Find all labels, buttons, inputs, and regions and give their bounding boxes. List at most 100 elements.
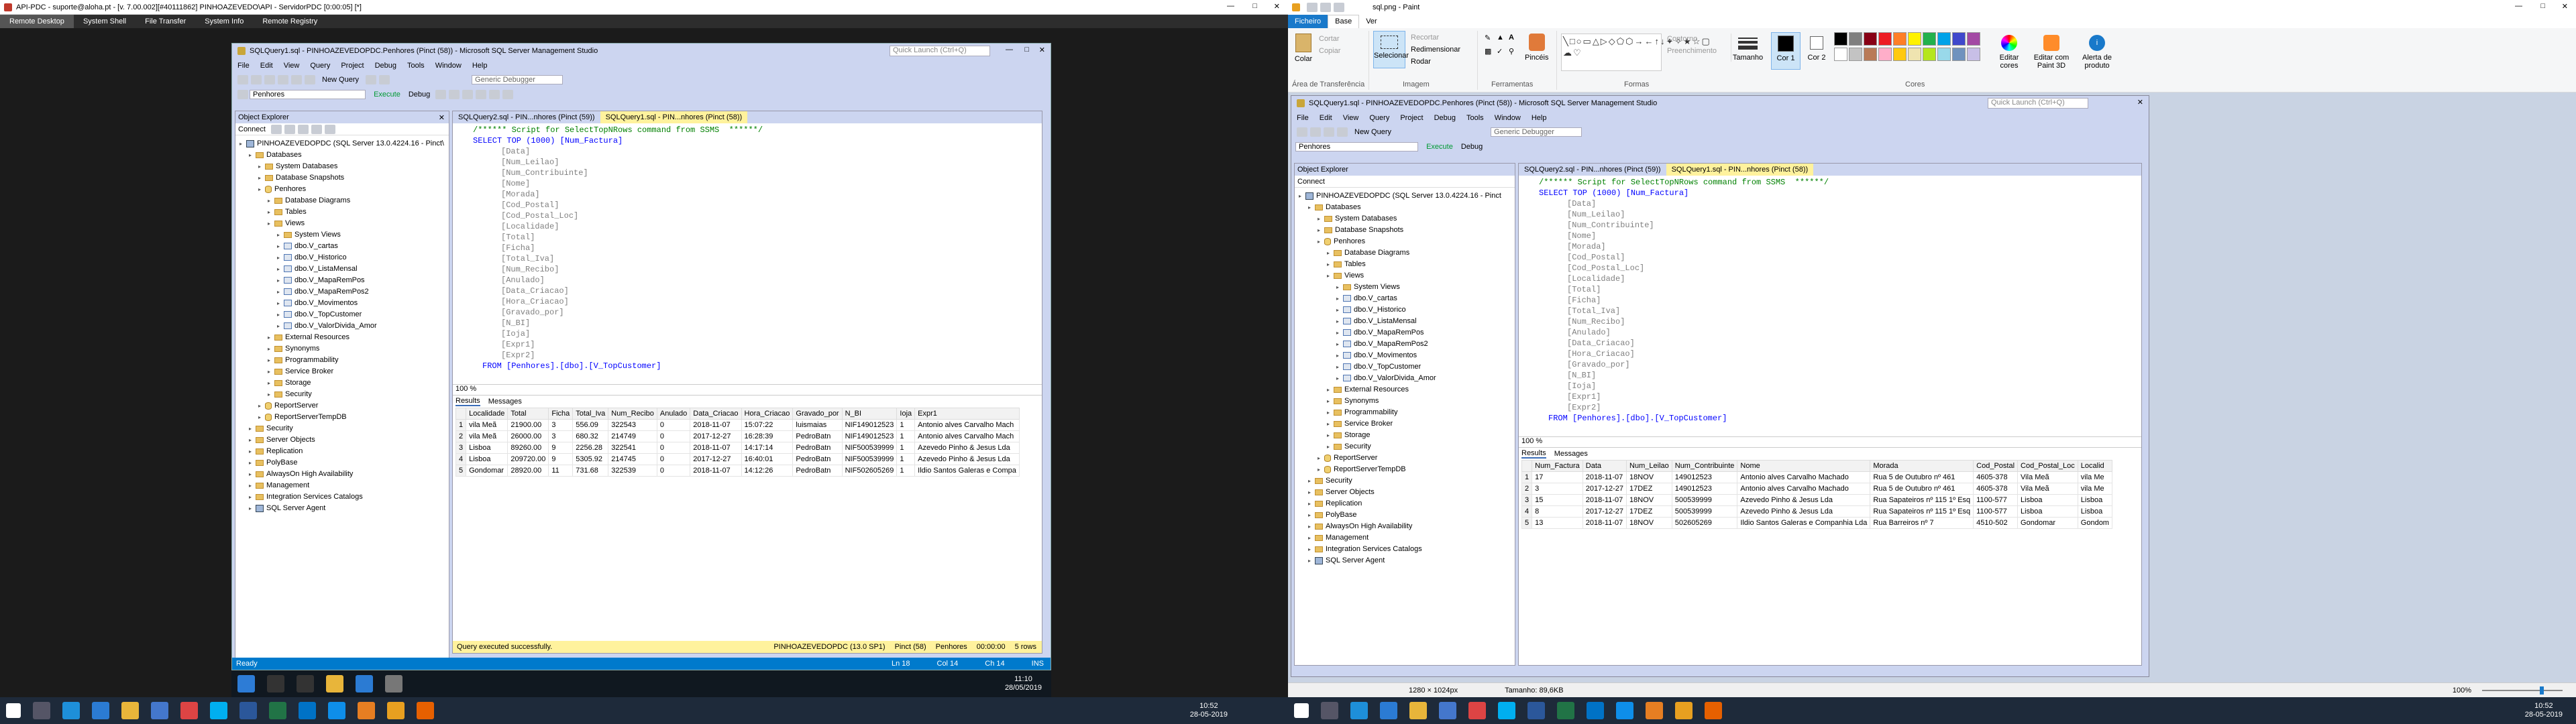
- grid-cell[interactable]: PedroBatn: [792, 442, 843, 454]
- grid-cell[interactable]: NIF500539999: [841, 453, 898, 465]
- ssms2-tree-node[interactable]: ▸ Databases: [1299, 202, 1515, 213]
- paint-icon[interactable]: [387, 702, 405, 719]
- grid-cell[interactable]: Ildio Santos Galeras e Companhia Lda: [1737, 517, 1871, 529]
- menu-help[interactable]: Help: [472, 62, 488, 70]
- ssms-close-button[interactable]: ✕: [1039, 46, 1045, 54]
- edge-icon[interactable]: [92, 702, 109, 719]
- undo-icon[interactable]: [366, 75, 377, 84]
- firefox-icon[interactable]: [1705, 702, 1722, 719]
- palette-swatch[interactable]: [1908, 48, 1921, 61]
- ssms2-tree-node[interactable]: ▸ AlwaysOn High Availability: [1299, 521, 1515, 532]
- grid-cell[interactable]: 18NOV: [1626, 494, 1672, 506]
- ssms2-tree-node[interactable]: ▸ Security: [1299, 441, 1515, 452]
- word-icon[interactable]: [1527, 702, 1545, 719]
- grid-cell[interactable]: 2018-11-07: [690, 419, 742, 431]
- ssms-minimize-button[interactable]: —: [1006, 46, 1013, 54]
- expand-icon[interactable]: ▸: [1327, 418, 1334, 430]
- pencil-icon[interactable]: ✎: [1485, 34, 1491, 42]
- grid-cell[interactable]: 18NOV: [1626, 471, 1672, 483]
- grid-cell[interactable]: Antonio alves Carvalho Mach: [914, 419, 1020, 431]
- start-icon[interactable]: [237, 675, 255, 692]
- results-grid-icon[interactable]: [462, 90, 474, 99]
- comment-icon[interactable]: [489, 90, 500, 99]
- grid-cell[interactable]: 1: [896, 453, 916, 465]
- expand-icon[interactable]: ▸: [1336, 350, 1343, 361]
- edge-icon[interactable]: [356, 675, 373, 692]
- ssms2-tree-node[interactable]: ▸ dbo.V_ListaMensal: [1299, 316, 1515, 327]
- menu-file[interactable]: File: [237, 62, 250, 70]
- back-icon[interactable]: [237, 75, 248, 84]
- ssms2-tree-node[interactable]: ▸ ReportServerTempDB: [1299, 464, 1515, 475]
- grid-cell[interactable]: 5305.92: [572, 453, 609, 465]
- ssms2-tree-node[interactable]: ▸ dbo.V_cartas: [1299, 293, 1515, 304]
- grid-cell[interactable]: 5: [455, 465, 467, 477]
- table-row[interactable]: 1 17 2018-11-07 18NOV 149012523 Antonio alves…: [1521, 471, 2112, 483]
- ie-icon[interactable]: [62, 702, 80, 719]
- store-icon[interactable]: [1439, 702, 1456, 719]
- palette-swatch[interactable]: [1923, 48, 1936, 61]
- ssms2-tree-node[interactable]: ▸ Replication: [1299, 498, 1515, 509]
- disconnect-icon[interactable]: [284, 124, 295, 134]
- oe-tree-node[interactable]: ▸ Synonyms: [239, 343, 449, 355]
- palette-swatch[interactable]: [1952, 32, 1966, 46]
- results-tab[interactable]: Results: [455, 397, 480, 406]
- grid-cell[interactable]: Antonio alves Carvalho Machado: [1737, 471, 1871, 483]
- expand-icon[interactable]: ▸: [268, 389, 274, 400]
- grid-column-header[interactable]: Gravado_por: [792, 408, 843, 420]
- expand-icon[interactable]: ▸: [1308, 521, 1315, 532]
- grid-cell[interactable]: vila Meã: [466, 430, 508, 442]
- table-row[interactable]: 4 8 2017-12-27 17DEZ 500539999 Azevedo Pinho …: [1521, 505, 2112, 518]
- grid-cell[interactable]: 209720.00: [507, 453, 549, 465]
- grid-cell[interactable]: Rua Barreiros nº 7: [1870, 517, 1974, 529]
- grid-cell[interactable]: 322541: [608, 442, 657, 454]
- grid-cell[interactable]: 500539999: [1671, 505, 1738, 518]
- expand-icon[interactable]: ▸: [258, 184, 265, 195]
- grid-column-header[interactable]: Anulado: [656, 408, 691, 420]
- grid-cell[interactable]: 1: [896, 465, 916, 477]
- expand-icon[interactable]: ▸: [1327, 259, 1334, 270]
- grid-column-header[interactable]: Morada: [1870, 460, 1974, 472]
- ie-icon[interactable]: [1350, 702, 1368, 719]
- search-icon[interactable]: [1321, 702, 1338, 719]
- paint3d-button[interactable]: Editar com Paint 3D: [2031, 32, 2072, 70]
- editor-zoom[interactable]: 100 %: [453, 385, 1042, 396]
- oe-tree-node[interactable]: ▸ System Views: [239, 229, 449, 241]
- oe-tree-node[interactable]: ▸ dbo.V_MapaRemPos: [239, 275, 449, 286]
- ssms2-tree-node[interactable]: ▸ PolyBase: [1299, 509, 1515, 521]
- oe-tree-node[interactable]: ▸ dbo.V_Historico: [239, 252, 449, 263]
- resize-button[interactable]: Redimensionar: [1411, 46, 1460, 54]
- menu-query[interactable]: Query: [310, 62, 330, 70]
- palette-swatch[interactable]: [1923, 32, 1936, 46]
- grid-cell[interactable]: 2017-12-27: [1582, 483, 1627, 495]
- oe-tree-node[interactable]: ▸ Replication: [239, 446, 449, 457]
- grid-cell[interactable]: vila Me: [2077, 483, 2112, 495]
- oe-tree-node[interactable]: ▸ Integration Services Catalogs: [239, 491, 449, 503]
- table-row[interactable]: 2 3 2017-12-27 17DEZ 149012523 Antonio alves …: [1521, 483, 2112, 495]
- rdp-maximize-button[interactable]: □: [1252, 2, 1257, 10]
- grid-cell[interactable]: 3: [1521, 494, 1533, 506]
- expand-icon[interactable]: ▸: [1318, 213, 1324, 225]
- ssms2-tree-node[interactable]: ▸ Storage: [1299, 430, 1515, 441]
- grid-cell[interactable]: 4: [1521, 505, 1533, 518]
- ssms2-tree-node[interactable]: ▸ External Resources: [1299, 384, 1515, 396]
- grid-cell[interactable]: 2018-11-07: [1582, 471, 1627, 483]
- expand-icon[interactable]: ▸: [268, 218, 274, 229]
- grid-cell[interactable]: Lisboa: [466, 453, 508, 465]
- grid-cell[interactable]: 149012523: [1671, 471, 1738, 483]
- expand-icon[interactable]: ▸: [1299, 190, 1305, 202]
- ssms2-tree-node[interactable]: ▸ Security: [1299, 475, 1515, 487]
- color1-button[interactable]: Cor 1: [1771, 32, 1801, 70]
- oe-tree-node[interactable]: ▸ Security: [239, 389, 449, 400]
- tab-system-shell[interactable]: System Shell: [74, 17, 136, 25]
- expand-icon[interactable]: ▸: [1318, 452, 1324, 464]
- expand-icon[interactable]: ▸: [258, 161, 265, 172]
- ssms2-tree-node[interactable]: ▸ Views: [1299, 270, 1515, 282]
- grid-column-header[interactable]: Nome: [1737, 460, 1871, 472]
- connect-button[interactable]: Connect: [238, 125, 266, 133]
- filter-icon[interactable]: [237, 90, 248, 99]
- text-icon[interactable]: A: [1509, 34, 1514, 42]
- fill-icon[interactable]: ▲: [1497, 34, 1504, 42]
- grid-cell[interactable]: luismaias: [792, 419, 843, 431]
- expand-icon[interactable]: ▸: [249, 446, 256, 457]
- database-dropdown[interactable]: Penhores: [250, 90, 366, 99]
